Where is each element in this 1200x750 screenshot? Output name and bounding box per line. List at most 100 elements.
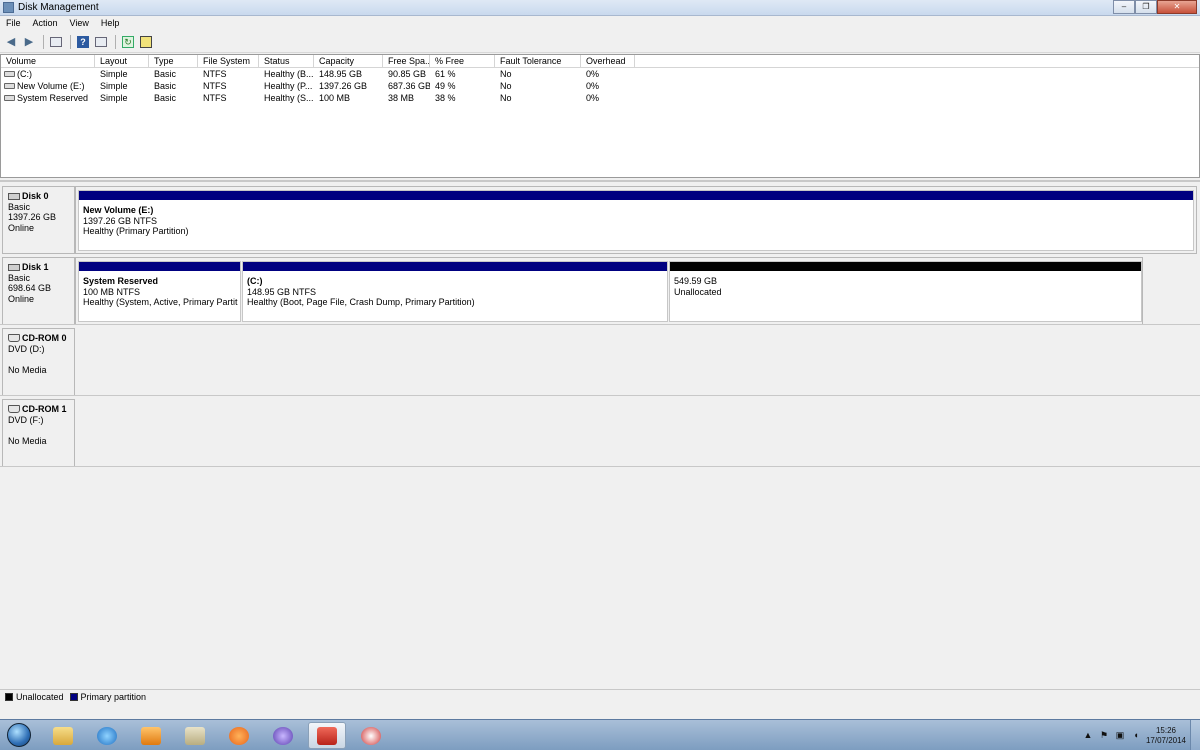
- percent-free-cell: 38 %: [435, 93, 456, 103]
- volume-cell: New Volume (E:): [1, 80, 95, 92]
- primary-partition-bar: [243, 262, 667, 271]
- bittorrent-icon[interactable]: [264, 722, 302, 749]
- partition-status: Healthy (Primary Partition): [83, 226, 189, 236]
- avast-icon[interactable]: [220, 722, 258, 749]
- partition-c[interactable]: (C:) 148.95 GB NTFS Healthy (Boot, Page …: [242, 261, 668, 322]
- title-bar: Disk Management – ❐ ✕: [0, 0, 1200, 16]
- disk-size: 1397.26 GB: [8, 212, 57, 222]
- free-space-cell: 90.85 GB: [388, 69, 427, 79]
- fault-tolerance-cell: No: [500, 81, 512, 91]
- show-hide-console-tree-icon[interactable]: [48, 34, 64, 50]
- column-header-fault-tolerance[interactable]: Fault Tolerance: [495, 55, 581, 68]
- media-player-icon[interactable]: [132, 722, 170, 749]
- column-header-file-system[interactable]: File System: [198, 55, 259, 68]
- partition-status: Healthy (System, Active, Primary Partiti…: [83, 297, 238, 307]
- volume-row[interactable]: New Volume (E:) Simple Basic NTFS Health…: [1, 80, 1199, 92]
- cdrom-info-panel[interactable]: CD-ROM 1 DVD (F:) No Media: [2, 399, 75, 467]
- capacity-cell: 1397.26 GB: [319, 81, 368, 91]
- partition-name: (C:): [247, 276, 263, 286]
- disk-info-panel[interactable]: Disk 1 Basic 698.64 GB Online: [2, 257, 75, 325]
- column-header-volume[interactable]: Volume: [1, 55, 95, 68]
- cdrom-row-0: CD-ROM 0 DVD (D:) No Media: [0, 326, 1200, 396]
- column-header-capacity[interactable]: Capacity: [314, 55, 383, 68]
- column-header-percent-free[interactable]: % Free: [430, 55, 495, 68]
- show-desktop-button[interactable]: [1190, 720, 1200, 750]
- menu-file[interactable]: File: [0, 18, 27, 28]
- fault-tolerance-cell: No: [500, 69, 512, 79]
- column-header-overhead[interactable]: Overhead: [581, 55, 635, 68]
- capacity-cell: 100 MB: [319, 93, 351, 103]
- volume-row[interactable]: System Reserved Simple Basic NTFS Health…: [1, 92, 1199, 104]
- legend-bar: Unallocated Primary partition: [0, 689, 1200, 703]
- menu-action[interactable]: Action: [27, 18, 64, 28]
- properties-icon[interactable]: [93, 34, 109, 50]
- close-button[interactable]: ✕: [1157, 0, 1197, 14]
- cdrom-name: CD-ROM 1: [22, 404, 67, 414]
- help-icon[interactable]: ?: [75, 34, 91, 50]
- forward-icon[interactable]: ▶: [21, 34, 37, 50]
- cdrom-info-panel[interactable]: CD-ROM 0 DVD (D:) No Media: [2, 328, 75, 396]
- disk-info-panel[interactable]: Disk 0 Basic 1397.26 GB Online: [2, 186, 75, 254]
- partition-status: Healthy (Boot, Page File, Crash Dump, Pr…: [247, 297, 475, 307]
- windows-explorer-icon[interactable]: [44, 722, 82, 749]
- cd-drive-icon: [8, 405, 20, 414]
- show-hidden-icons-icon[interactable]: ▲: [1083, 730, 1093, 740]
- drive-icon: [4, 83, 15, 89]
- column-header-status[interactable]: Status: [259, 55, 314, 68]
- column-header-free-space[interactable]: Free Spa...: [383, 55, 430, 68]
- disk-management-app-icon: [3, 2, 14, 13]
- maximize-button[interactable]: ❐: [1135, 0, 1157, 14]
- refresh-icon[interactable]: ↻: [120, 34, 136, 50]
- network-icon[interactable]: ▣: [1115, 730, 1125, 740]
- partition-status: Unallocated: [674, 286, 722, 297]
- export-list-icon[interactable]: [138, 34, 154, 50]
- cdrom-empty-area: [75, 328, 1200, 396]
- cd-drive-icon: [8, 334, 20, 343]
- disk-graphical-view: Disk 0 Basic 1397.26 GB Online New Volum…: [0, 180, 1200, 687]
- snipping-tool-icon[interactable]: [352, 722, 390, 749]
- legend-primary-label: Primary partition: [80, 691, 147, 702]
- partition-name: System Reserved: [83, 276, 159, 286]
- partition-unallocated[interactable]: 549.59 GB Unallocated: [669, 261, 1142, 322]
- layout-cell: Simple: [100, 69, 128, 79]
- file-system-cell: NTFS: [203, 93, 227, 103]
- menu-view[interactable]: View: [64, 18, 95, 28]
- fault-tolerance-cell: No: [500, 93, 512, 103]
- disk-partitions: System Reserved 100 MB NTFS Healthy (Sys…: [75, 257, 1143, 325]
- volume-cell: (C:): [1, 68, 95, 80]
- action-center-flag-icon[interactable]: ⚑: [1099, 730, 1109, 740]
- toolbar-separator: [70, 34, 71, 49]
- start-button[interactable]: [2, 721, 36, 749]
- type-cell: Basic: [154, 93, 177, 103]
- disk-name: Disk 0: [22, 191, 49, 201]
- minimize-button[interactable]: –: [1113, 0, 1135, 14]
- overhead-cell: 0%: [586, 93, 600, 103]
- volume-icon[interactable]: ◖: [1131, 730, 1141, 740]
- internet-explorer-icon[interactable]: [88, 722, 126, 749]
- drive-icon: [4, 71, 15, 77]
- toolbox-icon[interactable]: [308, 722, 346, 749]
- back-icon[interactable]: ◀: [3, 34, 19, 50]
- cdrom-drive: DVD (F:): [8, 414, 44, 425]
- disk-partitions: New Volume (E:) 1397.26 GB NTFS Healthy …: [75, 186, 1197, 254]
- status-cell: Healthy (B...: [264, 69, 314, 79]
- cdrom-empty-area: [75, 399, 1200, 467]
- overhead-cell: 0%: [586, 69, 600, 79]
- disk-row-1: Disk 1 Basic 698.64 GB Online System Res…: [0, 255, 1200, 325]
- column-header-layout[interactable]: Layout: [95, 55, 149, 68]
- cdrom-media: No Media: [8, 364, 47, 375]
- system-tray: ▲ ⚑ ▣ ◖: [1080, 724, 1144, 746]
- volume-row[interactable]: (C:) Simple Basic NTFS Healthy (B... 148…: [1, 68, 1199, 80]
- partition-size: 148.95 GB NTFS: [247, 286, 317, 297]
- cdrom-drive: DVD (D:): [8, 343, 45, 354]
- cdrom-name: CD-ROM 0: [22, 333, 67, 343]
- column-header-type[interactable]: Type: [149, 55, 198, 68]
- menu-help[interactable]: Help: [95, 18, 126, 28]
- clock[interactable]: 15:26 17/07/2014: [1146, 726, 1186, 746]
- partition-new-volume-e[interactable]: New Volume (E:) 1397.26 GB NTFS Healthy …: [78, 190, 1194, 251]
- partition-system-reserved[interactable]: System Reserved 100 MB NTFS Healthy (Sys…: [78, 261, 241, 322]
- windows-logo-icon: [7, 723, 31, 747]
- primary-partition-bar: [79, 191, 1193, 200]
- clock-time: 15:26: [1155, 726, 1176, 735]
- folder-icon[interactable]: [176, 722, 214, 749]
